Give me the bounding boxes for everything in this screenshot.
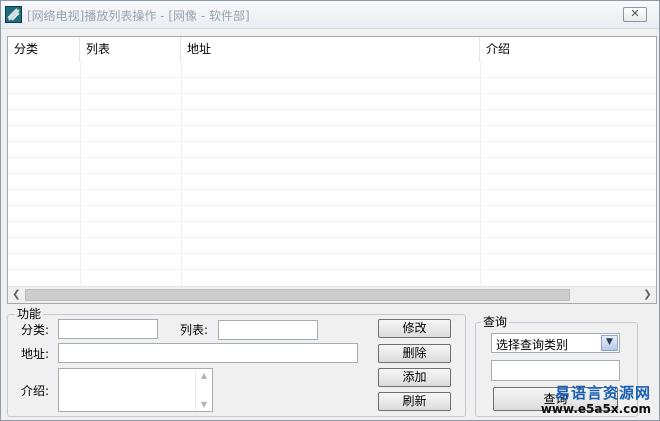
main-window: [网络电视]播放列表操作 - [网像 - 软件部] ✕ 分类 列表 地址 介绍	[0, 0, 660, 421]
category-input[interactable]	[58, 319, 158, 339]
close-icon: ✕	[630, 7, 640, 20]
column-header-category[interactable]: 分类	[8, 37, 80, 62]
query-group-title: 查询	[481, 315, 510, 329]
close-button[interactable]: ✕	[623, 7, 647, 22]
function-group: 功能 分类: 列表: 地址: 介绍: ▲ ▼ 修改 删除 添加 刷新	[7, 307, 466, 417]
query-type-select[interactable]: 选择查询类别 ▼	[491, 333, 620, 353]
title-bar[interactable]: [网络电视]播放列表操作 - [网像 - 软件部] ✕	[1, 1, 659, 29]
playlist-list-view[interactable]: 分类 列表 地址 介绍 ❮ ❯	[7, 36, 657, 304]
list-label: 列表:	[180, 323, 209, 337]
list-row	[8, 174, 656, 190]
address-label: 地址:	[21, 347, 50, 361]
column-header-address[interactable]: 地址	[181, 37, 480, 62]
address-input[interactable]	[58, 343, 358, 363]
vertical-scrollbar[interactable]: ▲ ▼	[195, 369, 212, 411]
category-label: 分类:	[21, 323, 50, 337]
list-row	[8, 238, 656, 254]
delete-button[interactable]: 删除	[378, 344, 451, 363]
intro-textarea[interactable]: ▲ ▼	[58, 368, 213, 412]
list-row	[8, 126, 656, 142]
list-row	[8, 142, 656, 158]
add-button[interactable]: 添加	[378, 368, 451, 387]
intro-label: 介绍:	[21, 384, 50, 398]
chevron-right-icon[interactable]: ❯	[639, 287, 656, 303]
app-icon	[5, 6, 22, 23]
query-type-selected: 选择查询类别	[496, 338, 569, 352]
chevron-down-icon[interactable]: ▼	[196, 400, 212, 409]
list-row	[8, 78, 656, 94]
watermark-url: www.e5a5x.com	[540, 402, 651, 416]
list-row	[8, 94, 656, 110]
chevron-left-icon[interactable]: ❮	[8, 287, 25, 303]
list-row	[8, 206, 656, 222]
chevron-up-icon[interactable]: ▲	[196, 371, 212, 380]
list-row	[8, 158, 656, 174]
list-row	[8, 62, 656, 78]
chevron-down-icon[interactable]: ▼	[601, 335, 618, 351]
horizontal-scrollbar[interactable]: ❮ ❯	[8, 286, 656, 303]
function-group-title: 功能	[15, 307, 44, 321]
watermark: 易语言资源网 www.e5a5x.com	[540, 384, 651, 417]
column-header-list[interactable]: 列表	[80, 37, 181, 62]
list-row	[8, 254, 656, 270]
window-title: [网络电视]播放列表操作 - [网像 - 软件部]	[27, 9, 250, 23]
scrollbar-thumb[interactable]	[25, 289, 570, 301]
list-body[interactable]	[8, 62, 656, 292]
list-input[interactable]	[218, 320, 318, 340]
modify-button[interactable]: 修改	[378, 319, 451, 338]
list-row	[8, 190, 656, 206]
watermark-title: 易语言资源网	[554, 384, 651, 402]
list-header: 分类 列表 地址 介绍	[8, 37, 656, 62]
refresh-button[interactable]: 刷新	[378, 392, 451, 411]
query-input[interactable]	[491, 360, 620, 381]
column-header-intro[interactable]: 介绍	[480, 37, 656, 62]
list-row	[8, 222, 656, 238]
list-row	[8, 110, 656, 126]
